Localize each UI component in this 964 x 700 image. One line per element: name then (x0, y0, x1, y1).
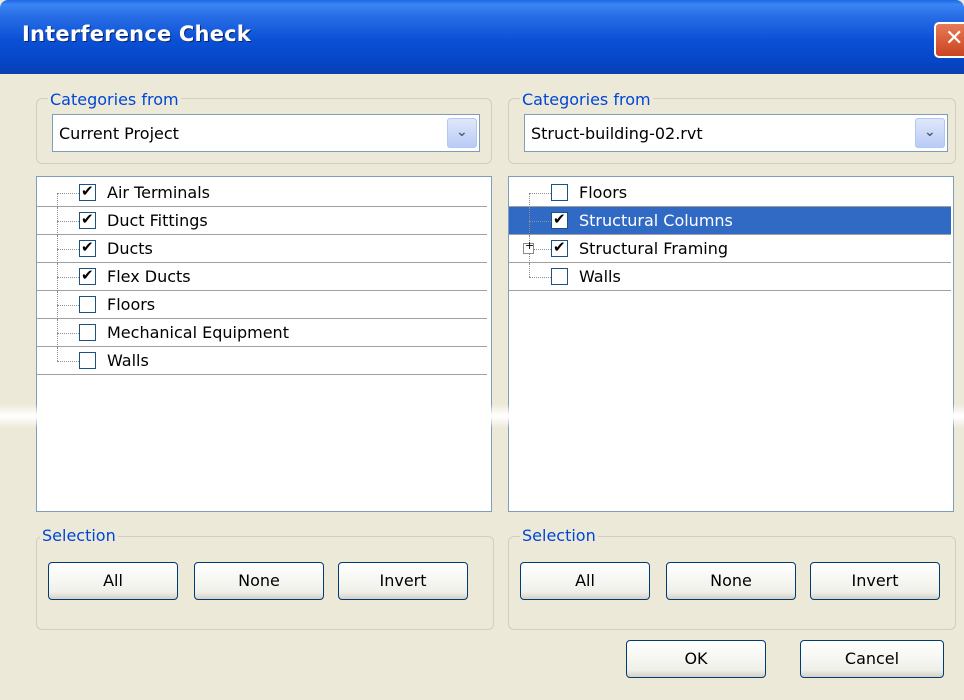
left-category-list[interactable]: Air Terminals Duct Fittings Ducts Flex D… (36, 176, 492, 512)
right-none-button[interactable]: None (666, 562, 796, 600)
list-item[interactable]: Walls (509, 263, 951, 291)
chevron-down-icon[interactable]: ⌄ (915, 118, 945, 148)
list-item[interactable]: + Structural Framing (509, 235, 951, 263)
dialog-content: Categories from Current Project ⌄ Catego… (6, 74, 958, 694)
ok-button[interactable]: OK (626, 640, 766, 678)
left-selection-label: Selection (40, 526, 118, 545)
list-item[interactable]: Ducts (37, 235, 487, 263)
checkbox[interactable] (79, 238, 96, 257)
left-invert-button[interactable]: Invert (338, 562, 468, 600)
left-all-button[interactable]: All (48, 562, 178, 600)
close-icon: ✕ (945, 26, 964, 51)
list-item[interactable]: Walls (37, 347, 487, 375)
interference-check-dialog: Interference Check ✕ Categories from Cur… (0, 0, 964, 700)
checkbox[interactable] (551, 238, 568, 257)
checkbox[interactable] (79, 210, 96, 229)
list-item-selected[interactable]: Structural Columns (509, 207, 951, 235)
left-source-dropdown[interactable]: Current Project ⌄ (52, 114, 480, 152)
right-all-button[interactable]: All (520, 562, 650, 600)
left-none-button[interactable]: None (194, 562, 324, 600)
list-item[interactable]: Flex Ducts (37, 263, 487, 291)
list-item[interactable]: Mechanical Equipment (37, 319, 487, 347)
cancel-button[interactable]: Cancel (800, 640, 944, 678)
screen-artifact-band (0, 404, 964, 428)
checkbox[interactable] (551, 210, 568, 229)
list-item[interactable]: Floors (509, 179, 951, 207)
checkbox[interactable] (79, 352, 96, 369)
right-invert-button[interactable]: Invert (810, 562, 940, 600)
checkbox[interactable] (79, 182, 96, 201)
checkbox[interactable] (551, 268, 568, 285)
list-item[interactable]: Duct Fittings (37, 207, 487, 235)
plus-icon[interactable]: + (523, 239, 534, 254)
window-title: Interference Check (22, 22, 251, 46)
right-categories-label: Categories from (520, 90, 653, 109)
left-source-value: Current Project (59, 124, 179, 143)
left-categories-label: Categories from (48, 90, 181, 109)
chevron-down-icon[interactable]: ⌄ (447, 118, 477, 148)
right-source-value: Struct-building-02.rvt (531, 124, 703, 143)
right-category-list[interactable]: Floors Structural Columns + Structural F… (508, 176, 954, 512)
close-button[interactable]: ✕ (934, 22, 964, 58)
checkbox[interactable] (79, 324, 96, 341)
list-item[interactable]: Air Terminals (37, 179, 487, 207)
right-source-dropdown[interactable]: Struct-building-02.rvt ⌄ (524, 114, 948, 152)
right-selection-label: Selection (520, 526, 598, 545)
title-bar[interactable]: Interference Check ✕ (0, 0, 964, 74)
checkbox[interactable] (79, 266, 96, 285)
checkbox[interactable] (551, 184, 568, 201)
checkbox[interactable] (79, 296, 96, 313)
list-item[interactable]: Floors (37, 291, 487, 319)
